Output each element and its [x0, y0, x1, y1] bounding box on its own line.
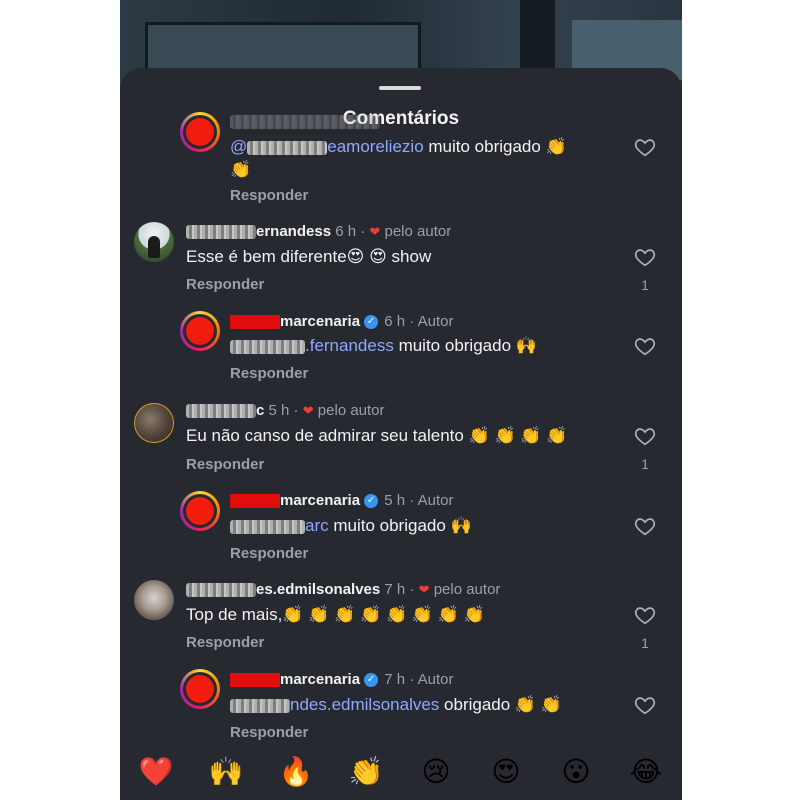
- timestamp: 7 h: [384, 671, 406, 688]
- author-label: Autor: [417, 492, 454, 509]
- comment-text: ndes.edmilsonalves obrigado 👏 👏: [230, 695, 562, 715]
- comment-text: Eu não canso de admirar seu talento 👏 👏 …: [186, 426, 568, 445]
- liked-by-author-label: pelo autor: [433, 581, 501, 598]
- heart-outline-icon[interactable]: [634, 515, 662, 543]
- mention-link[interactable]: ndes.edmilsonalves: [230, 695, 439, 714]
- avatar[interactable]: [180, 311, 220, 351]
- verified-badge-icon: ✓: [364, 673, 379, 688]
- reply-button[interactable]: Responder: [186, 456, 264, 473]
- author-label: Autor: [417, 671, 454, 688]
- reaction-heart-emoji[interactable]: ❤️: [136, 755, 176, 788]
- reply-button[interactable]: Responder: [230, 187, 308, 204]
- verified-badge-icon: ✓: [364, 315, 379, 330]
- timestamp: 6 h: [335, 223, 357, 240]
- reply-button[interactable]: Responder: [186, 276, 264, 293]
- comment-meta: marcenaria ✓ 6 h · Autor: [230, 313, 453, 330]
- comment-text: arc muito obrigado 🙌: [230, 516, 472, 536]
- reaction-surprised-emoji[interactable]: 😮: [556, 755, 596, 788]
- comment-meta: marcenaria ✓ 5 h · Autor: [230, 492, 453, 509]
- heart-outline-icon[interactable]: [634, 335, 662, 363]
- username[interactable]: c: [186, 402, 264, 419]
- mention-link[interactable]: arc: [230, 516, 329, 535]
- timestamp: 6 h: [384, 313, 406, 330]
- author-label: Autor: [417, 313, 454, 330]
- username[interactable]: ernandess: [186, 223, 331, 240]
- username[interactable]: es.edmilsonalves: [186, 581, 380, 598]
- avatar[interactable]: [134, 403, 174, 443]
- mention-link[interactable]: @ eamorelіezio: [230, 137, 424, 156]
- username[interactable]: marcenaria: [230, 671, 360, 688]
- avatar[interactable]: [180, 491, 220, 531]
- timestamp: 5 h: [268, 402, 290, 419]
- reaction-crying-emoji[interactable]: 😢: [416, 755, 456, 788]
- like-count: 1: [641, 277, 649, 293]
- comment-text: .fernandess muito obrigado 🙌: [230, 336, 537, 356]
- heart-outline-icon[interactable]: [634, 694, 662, 722]
- heart-outline-icon[interactable]: [634, 136, 662, 164]
- reaction-raised-hands-emoji[interactable]: 🙌: [206, 755, 246, 788]
- reply-button[interactable]: Responder: [186, 634, 264, 651]
- heart-outline-icon[interactable]: [634, 425, 662, 453]
- comment-meta: marcenaria ✓ 7 h · Autor: [230, 671, 453, 688]
- heart-filled-icon: ❤: [369, 224, 381, 239]
- reaction-laughing-emoji[interactable]: 😂: [626, 755, 666, 788]
- reaction-heart-eyes-emoji[interactable]: 😍: [486, 755, 526, 788]
- avatar[interactable]: [134, 222, 174, 262]
- comment-meta: c 5 h · ❤ pelo autor: [186, 402, 385, 419]
- comment-text: Esse é bem diferente😍 😍 show: [186, 247, 432, 266]
- heart-outline-icon[interactable]: [634, 604, 662, 632]
- reply-button[interactable]: Responder: [230, 724, 308, 741]
- phone-screen: Comentários @ eamorelіezio muito obrigado…: [120, 0, 682, 800]
- heart-filled-icon: ❤: [302, 403, 314, 418]
- like-count: 1: [641, 635, 649, 651]
- username[interactable]: marcenaria: [230, 492, 360, 509]
- comment-text-line2: 👏: [230, 160, 252, 179]
- verified-badge-icon: ✓: [364, 494, 379, 509]
- comments-sheet: Comentários @ eamorelіezio muito obrigado…: [120, 68, 682, 800]
- avatar[interactable]: [180, 112, 220, 152]
- reaction-fire-emoji[interactable]: 🔥: [276, 755, 316, 788]
- quick-reactions-bar: ❤️ 🙌 🔥 👏 😢 😍 😮 😂: [120, 755, 682, 800]
- mention-link[interactable]: .fernandess: [230, 336, 394, 355]
- comment-meta: [230, 113, 380, 130]
- liked-by-author-label: pelo autor: [384, 223, 452, 240]
- avatar[interactable]: [180, 669, 220, 709]
- timestamp: 7 h: [384, 581, 406, 598]
- comment-text: @ eamorelіezio muito obrigado 👏: [230, 137, 567, 156]
- comment-meta: ernandess 6 h · ❤ pelo autor: [186, 223, 451, 240]
- liked-by-author-label: pelo autor: [317, 402, 385, 419]
- reply-button[interactable]: Responder: [230, 365, 308, 382]
- reply-button[interactable]: Responder: [230, 545, 308, 562]
- like-count: 1: [641, 456, 649, 472]
- comment-text: Top de mais,👏 👏 👏 👏 👏 👏 👏 👏: [186, 605, 485, 624]
- heart-filled-icon: ❤: [418, 582, 430, 597]
- reaction-clap-emoji[interactable]: 👏: [346, 755, 386, 788]
- avatar[interactable]: [134, 580, 174, 620]
- sheet-grabber[interactable]: [379, 86, 421, 90]
- timestamp: 5 h: [384, 492, 406, 509]
- comment-meta: es.edmilsonalves 7 h · ❤ pelo autor: [186, 581, 500, 598]
- heart-outline-icon[interactable]: [634, 246, 662, 274]
- username[interactable]: marcenaria: [230, 313, 360, 330]
